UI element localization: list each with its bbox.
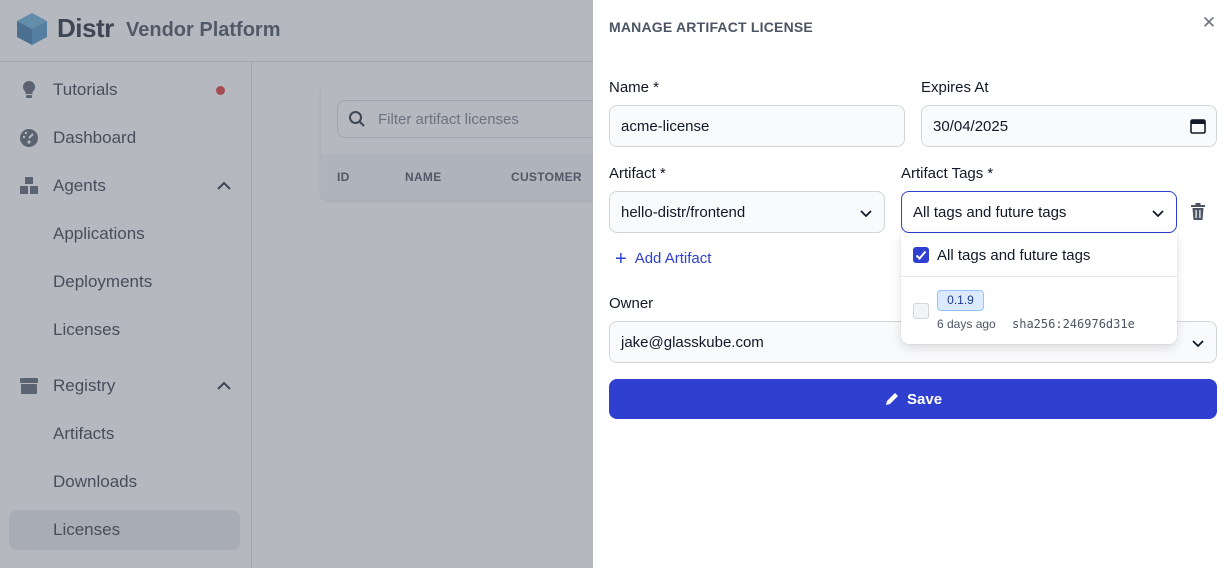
manage-license-drawer: MANAGE ARTIFACT LICENSE ✕ Name * acme-li… — [593, 0, 1231, 568]
check-icon — [915, 250, 927, 260]
modal-backdrop[interactable] — [0, 0, 593, 568]
add-artifact-label: Add Artifact — [634, 250, 712, 267]
expires-value: 30/04/2025 — [933, 118, 1009, 135]
artifact-tags-select[interactable]: All tags and future tags — [901, 191, 1177, 233]
pencil-icon — [886, 393, 898, 405]
artifact-tags-label: Artifact Tags * — [901, 165, 994, 182]
calendar-icon[interactable] — [1190, 118, 1206, 134]
name-value: acme-license — [621, 118, 710, 135]
tag-digest: sha256:246976d31e — [1012, 317, 1135, 331]
owner-value: jake@glasskube.com — [621, 334, 764, 351]
tag-age: 6 days ago — [937, 317, 996, 331]
drawer-title: MANAGE ARTIFACT LICENSE — [609, 19, 813, 35]
checkbox-unchecked[interactable] — [913, 303, 929, 319]
save-button[interactable]: Save — [609, 379, 1217, 419]
name-field[interactable]: acme-license — [609, 105, 905, 147]
chevron-down-icon — [1192, 340, 1204, 348]
artifact-select[interactable]: hello-distr/frontend — [609, 191, 885, 233]
plus-icon: + — [615, 247, 627, 270]
add-artifact-button[interactable]: + Add Artifact — [615, 247, 712, 270]
tag-option-all-label: All tags and future tags — [937, 247, 1091, 264]
tag-version-badge: 0.1.9 — [937, 290, 984, 311]
checkbox-checked[interactable] — [913, 247, 929, 263]
tag-option-all[interactable]: All tags and future tags — [901, 233, 1177, 277]
name-label: Name * — [609, 79, 660, 96]
artifact-label: Artifact * — [609, 165, 666, 182]
close-icon[interactable]: ✕ — [1201, 14, 1217, 31]
owner-label: Owner — [609, 295, 654, 312]
expires-date-field[interactable]: 30/04/2025 — [921, 105, 1217, 147]
artifact-value: hello-distr/frontend — [621, 204, 746, 221]
artifact-tags-dropdown: All tags and future tags 0.1.9 6 days ag… — [901, 233, 1177, 344]
trash-icon[interactable] — [1190, 203, 1206, 221]
chevron-down-icon — [860, 210, 872, 218]
chevron-down-icon — [1152, 210, 1164, 218]
expires-label: Expires At — [921, 79, 989, 96]
save-label: Save — [907, 391, 943, 408]
artifact-tags-value: All tags and future tags — [913, 204, 1067, 221]
